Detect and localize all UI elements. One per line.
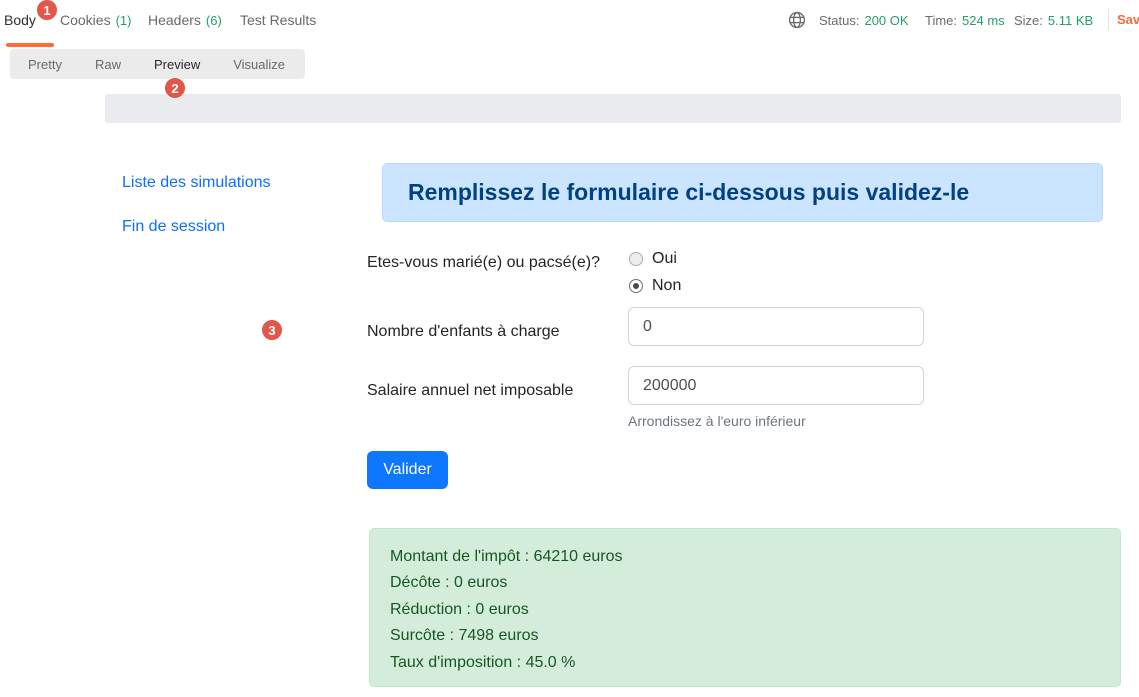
tab-test-results-label: Test Results bbox=[240, 12, 316, 28]
radio-non-label: Non bbox=[652, 277, 681, 295]
response-status: Status: 200 OK bbox=[819, 13, 909, 28]
tab-cookies[interactable]: Cookies (1) bbox=[60, 12, 131, 28]
globe-icon[interactable] bbox=[788, 11, 806, 29]
save-response-button[interactable]: Sav bbox=[1117, 12, 1139, 27]
form-heading-text: Remplissez le formulaire ci-dessous puis… bbox=[408, 179, 969, 206]
result-line-reduction: Réduction : 0 euros bbox=[390, 597, 1100, 623]
radio-non[interactable]: Non bbox=[629, 277, 681, 295]
size-label: Size: bbox=[1014, 13, 1043, 28]
link-liste-des-simulations[interactable]: Liste des simulations bbox=[122, 174, 271, 192]
children-count-label: Nombre d'enfants à charge bbox=[367, 318, 617, 345]
valider-button[interactable]: Valider bbox=[367, 451, 448, 489]
tab-headers-label: Headers bbox=[148, 12, 201, 28]
preview-page-header-bar bbox=[105, 94, 1121, 123]
body-view-tab-bar: Pretty Raw Preview Visualize bbox=[10, 49, 305, 79]
divider bbox=[1108, 8, 1109, 30]
marital-status-label: Etes-vous marié(e) ou pacsé(e)? bbox=[367, 249, 617, 276]
radio-oui[interactable]: Oui bbox=[629, 250, 677, 268]
form-heading-banner: Remplissez le formulaire ci-dessous puis… bbox=[382, 163, 1103, 222]
result-line-taux: Taux d'imposition : 45.0 % bbox=[390, 650, 1100, 676]
radio-oui-label: Oui bbox=[652, 250, 677, 268]
result-line-decote: Décôte : 0 euros bbox=[390, 570, 1100, 596]
tab-headers[interactable]: Headers (6) bbox=[148, 12, 222, 28]
annotation-badge-3: 3 bbox=[261, 319, 283, 341]
view-tab-visualize[interactable]: Visualize bbox=[233, 57, 285, 72]
tab-body[interactable]: Body bbox=[4, 12, 36, 28]
response-size: Size: 5.11 KB bbox=[1014, 13, 1093, 28]
status-label: Status: bbox=[819, 13, 859, 28]
radio-oui-circle-icon[interactable] bbox=[629, 252, 643, 266]
salary-help-text: Arrondissez à l'euro inférieur bbox=[628, 413, 806, 429]
result-line-montant: Montant de l'impôt : 64210 euros bbox=[390, 544, 1100, 570]
view-tab-preview[interactable]: Preview bbox=[154, 57, 200, 72]
children-count-input[interactable] bbox=[628, 307, 924, 346]
annotation-badge-1: 1 bbox=[36, 0, 58, 21]
postman-response-panel: Body Cookies(1) Headers(6) Test Results … bbox=[0, 0, 1139, 697]
response-tab-bar: Body Cookies(1) Headers(6) Test Results … bbox=[0, 0, 1139, 44]
annotation-badge-2: 2 bbox=[164, 77, 186, 99]
tab-headers-count: (6) bbox=[206, 13, 222, 28]
response-time: Time: 524 ms bbox=[925, 13, 1005, 28]
tab-cookies-count: (1) bbox=[116, 13, 132, 28]
status-value[interactable]: 200 OK bbox=[864, 13, 908, 28]
result-line-surcote: Surcôte : 7498 euros bbox=[390, 623, 1100, 649]
active-tab-underline bbox=[6, 43, 54, 47]
radio-non-circle-icon[interactable] bbox=[629, 279, 643, 293]
time-value[interactable]: 524 ms bbox=[962, 13, 1005, 28]
tax-results-box: Montant de l'impôt : 64210 euros Décôte … bbox=[369, 528, 1121, 687]
tab-test-results[interactable]: Test Results bbox=[240, 12, 316, 28]
salary-label: Salaire annuel net imposable bbox=[367, 377, 617, 404]
size-value[interactable]: 5.11 KB bbox=[1048, 13, 1093, 28]
tab-body-label: Body bbox=[4, 12, 36, 28]
view-tab-pretty[interactable]: Pretty bbox=[28, 57, 62, 72]
view-tab-raw[interactable]: Raw bbox=[95, 57, 121, 72]
salary-input[interactable] bbox=[628, 366, 924, 405]
link-fin-de-session[interactable]: Fin de session bbox=[122, 218, 225, 236]
time-label: Time: bbox=[925, 13, 957, 28]
tab-cookies-label: Cookies bbox=[60, 12, 111, 28]
